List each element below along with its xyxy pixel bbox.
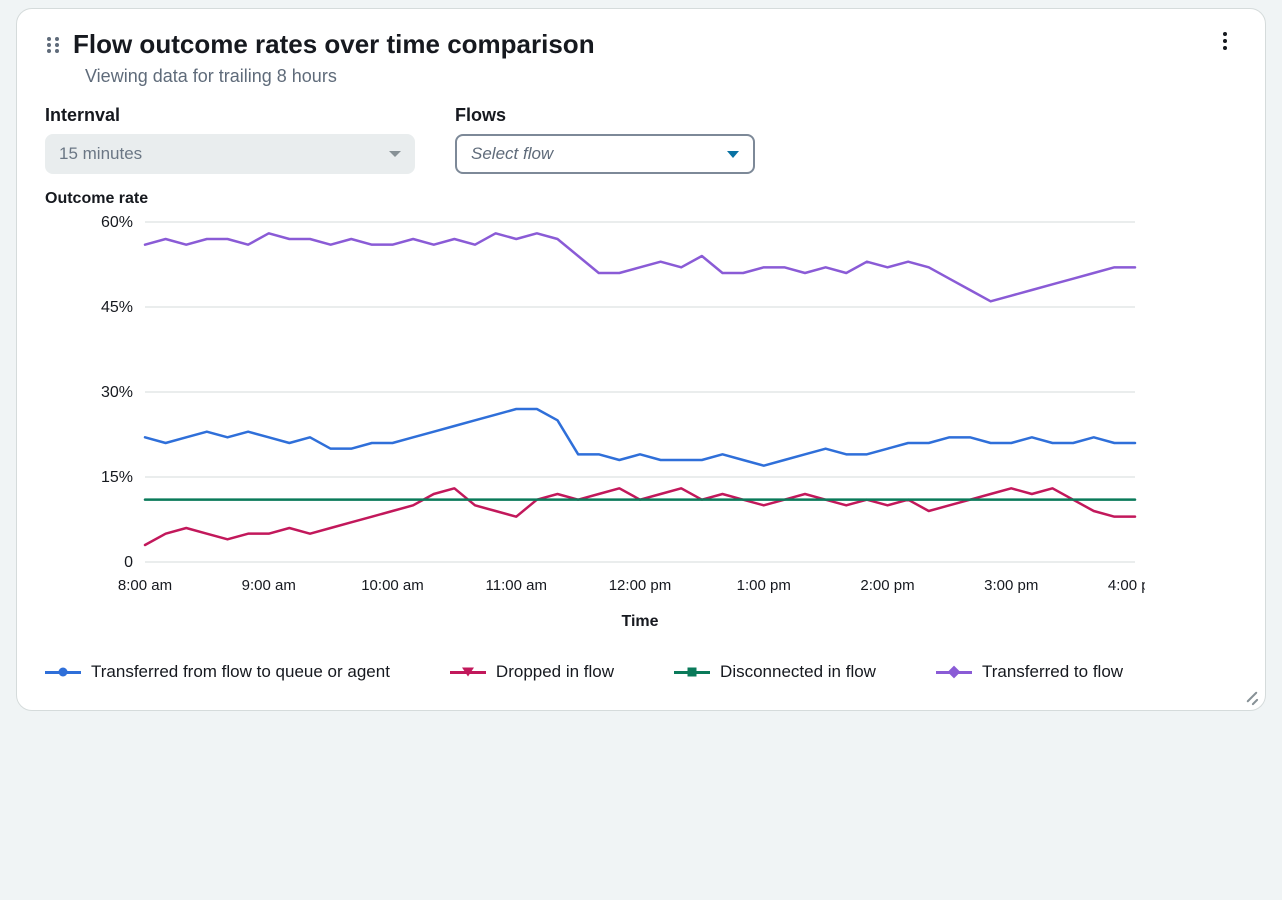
legend-item-transferred-flow[interactable]: Transferred to flow	[936, 662, 1123, 682]
svg-text:45%: 45%	[101, 299, 133, 316]
svg-text:30%: 30%	[101, 384, 133, 401]
svg-text:60%: 60%	[101, 214, 133, 231]
flows-label: Flows	[455, 105, 755, 126]
legend-item-disconnected[interactable]: Disconnected in flow	[674, 662, 876, 682]
line-chart: 0 15% 30% 45% 60% 8:00 am 9:00 am 10:00 am 11:00…	[45, 212, 1145, 632]
resize-handle-icon[interactable]	[1239, 686, 1257, 704]
legend-label: Disconnected in flow	[720, 662, 876, 682]
chevron-down-icon	[389, 151, 401, 157]
svg-text:10:00 am: 10:00 am	[361, 577, 424, 594]
interval-label: Internval	[45, 105, 415, 126]
svg-text:Time: Time	[621, 613, 658, 630]
legend-label: Transferred from flow to queue or agent	[91, 662, 390, 682]
legend-item-transferred-queue[interactable]: Transferred from flow to queue or agent	[45, 662, 390, 682]
svg-text:4:00 pm: 4:00 pm	[1108, 577, 1145, 594]
flows-field: Flows Select flow	[455, 105, 755, 174]
legend-label: Dropped in flow	[496, 662, 614, 682]
flows-select[interactable]: Select flow	[455, 134, 755, 174]
flows-placeholder: Select flow	[471, 144, 553, 164]
svg-text:0: 0	[124, 554, 133, 571]
card-title: Flow outcome rates over time comparison	[73, 29, 595, 60]
interval-select[interactable]: 15 minutes	[45, 134, 415, 174]
chart-card: Flow outcome rates over time comparison …	[16, 8, 1266, 711]
card-subtitle: Viewing data for trailing 8 hours	[85, 66, 1237, 87]
filter-row: Internval 15 minutes Flows Select flow	[45, 105, 1237, 174]
svg-text:2:00 pm: 2:00 pm	[860, 577, 914, 594]
card-header: Flow outcome rates over time comparison	[45, 29, 1237, 60]
chart-canvas: 0 15% 30% 45% 60% 8:00 am 9:00 am 10:00 am 11:00…	[45, 212, 1145, 632]
drag-handle-icon[interactable]	[45, 34, 61, 56]
interval-value: 15 minutes	[59, 144, 142, 164]
interval-field: Internval 15 minutes	[45, 105, 415, 174]
svg-text:11:00 am: 11:00 am	[486, 577, 547, 594]
legend-label: Transferred to flow	[982, 662, 1123, 682]
svg-text:8:00 am: 8:00 am	[118, 577, 172, 594]
legend-item-dropped[interactable]: Dropped in flow	[450, 662, 614, 682]
svg-text:3:00 pm: 3:00 pm	[984, 577, 1038, 594]
chart-legend: Transferred from flow to queue or agent …	[45, 662, 1237, 682]
svg-text:9:00 am: 9:00 am	[242, 577, 296, 594]
card-actions-menu[interactable]	[1213, 29, 1237, 53]
svg-text:15%: 15%	[101, 469, 133, 486]
y-axis-title: Outcome rate	[45, 190, 1237, 208]
svg-text:1:00 pm: 1:00 pm	[737, 577, 791, 594]
chevron-down-icon	[727, 151, 739, 158]
svg-text:12:00 pm: 12:00 pm	[609, 577, 672, 594]
